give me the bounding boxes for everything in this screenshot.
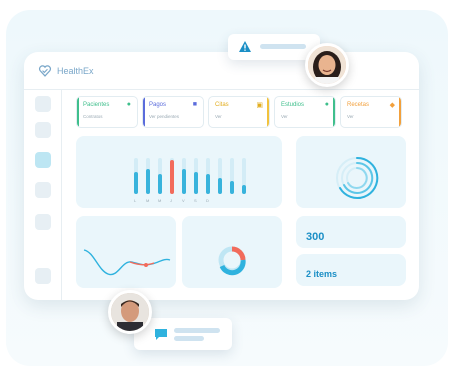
- avatar-man[interactable]: [108, 290, 152, 334]
- bar[interactable]: [134, 172, 138, 194]
- bar[interactable]: [146, 169, 150, 194]
- donut-chart: [218, 246, 246, 276]
- metric-card-2: 2 items: [296, 254, 406, 286]
- stat-subtitle: Ver: [215, 114, 222, 119]
- pill-icon: ◆: [389, 102, 395, 109]
- stat-accent: [77, 97, 79, 127]
- chat-bubble-icon: [155, 329, 167, 340]
- bar-label: S: [194, 198, 197, 203]
- bar-label: M: [158, 198, 162, 203]
- sidebar-item-calendar[interactable]: [35, 182, 51, 198]
- bar[interactable]: [170, 160, 174, 194]
- stat-accent: [267, 97, 269, 127]
- dashboard-window: HealthEx Pacientes ● Contratos Pagos ■ V…: [24, 52, 419, 300]
- window-header: HealthEx: [24, 52, 419, 90]
- bar-track: [242, 158, 246, 194]
- donut-chart-card: [182, 216, 282, 288]
- metric-2-value: 2 items: [306, 269, 338, 279]
- bar-track: [182, 158, 186, 194]
- stat-title: Citas: [215, 102, 229, 108]
- notification-text-placeholder: [260, 44, 306, 49]
- bar-track: [146, 158, 150, 194]
- sidebar-item-reports[interactable]: [35, 214, 51, 230]
- stat-subtitle: Contratos: [83, 114, 103, 119]
- radial-progress-card: [296, 136, 406, 208]
- bar[interactable]: [158, 174, 162, 194]
- metric-1-value: 300: [306, 231, 325, 243]
- bar[interactable]: [242, 185, 246, 194]
- stat-card-appointments[interactable]: Citas ▣ Ver: [208, 96, 270, 128]
- calendar-icon: ▣: [256, 102, 263, 109]
- bar-track: [134, 158, 138, 194]
- radial-progress-chart: [336, 156, 379, 199]
- stat-card-studies[interactable]: Estudios ● Ver: [274, 96, 336, 128]
- sidebar-item-patients[interactable]: [35, 122, 51, 138]
- stat-card-patients[interactable]: Pacientes ● Contratos: [76, 96, 138, 128]
- flask-icon: ●: [324, 101, 329, 108]
- app-logo[interactable]: HealthEx: [38, 64, 94, 78]
- bar-chart: LMMJVSD: [76, 136, 282, 208]
- stat-accent: [399, 97, 401, 127]
- stat-accent: [143, 97, 145, 127]
- bar-track: [218, 158, 222, 194]
- line-chart: [83, 249, 171, 276]
- bar-track: [230, 158, 234, 194]
- heart-check-icon: [38, 65, 52, 77]
- bar[interactable]: [230, 181, 234, 194]
- bar[interactable]: [206, 174, 210, 194]
- message-text-line-2: [174, 336, 204, 341]
- bar[interactable]: [182, 169, 186, 194]
- avatar-man-portrait: [111, 293, 149, 331]
- wallet-icon: ■: [192, 101, 197, 108]
- bar-label: D: [206, 198, 209, 203]
- bar-label: L: [134, 198, 137, 203]
- bar[interactable]: [218, 178, 222, 194]
- bar-label: J: [170, 198, 172, 203]
- bar-track: [158, 158, 162, 194]
- stat-title: Pacientes: [83, 102, 110, 108]
- stat-card-prescriptions[interactable]: Recetas ◆ Ver: [340, 96, 402, 128]
- message-text-line-1: [174, 328, 220, 333]
- stat-card-payments[interactable]: Pagos ■ Ver pendientes: [142, 96, 204, 128]
- warning-icon: [239, 41, 251, 52]
- stat-title: Estudios: [281, 102, 305, 108]
- metric-card-1: 300: [296, 216, 406, 248]
- stat-title: Pagos: [149, 102, 167, 108]
- line-chart-card: [76, 216, 176, 288]
- stat-accent: [333, 97, 335, 127]
- avatar-woman-portrait: [308, 46, 346, 84]
- bar-track: [206, 158, 210, 194]
- bar-label: M: [146, 198, 150, 203]
- sidebar-item-settings[interactable]: [35, 268, 51, 284]
- sidebar-item-home[interactable]: [35, 96, 51, 112]
- stat-subtitle: Ver: [281, 114, 288, 119]
- stage: HealthEx Pacientes ● Contratos Pagos ■ V…: [0, 0, 454, 367]
- bar-track: [170, 158, 174, 194]
- bar[interactable]: [194, 172, 198, 194]
- sidebar-item-dashboard[interactable]: [35, 152, 51, 168]
- avatar-woman[interactable]: [305, 43, 349, 87]
- bar-label: V: [182, 198, 185, 203]
- bar-chart-card: LMMJVSD: [76, 136, 282, 208]
- user-icon: ●: [126, 101, 131, 108]
- stat-subtitle: Ver: [347, 114, 354, 119]
- line-chart-marker: [144, 263, 148, 267]
- bar-track: [194, 158, 198, 194]
- stat-title: Recetas: [347, 102, 370, 108]
- stat-subtitle: Ver pendientes: [149, 114, 180, 119]
- sidebar: [24, 90, 62, 300]
- app-logo-text: HealthEx: [57, 66, 94, 76]
- donut-segment-red: [231, 246, 246, 261]
